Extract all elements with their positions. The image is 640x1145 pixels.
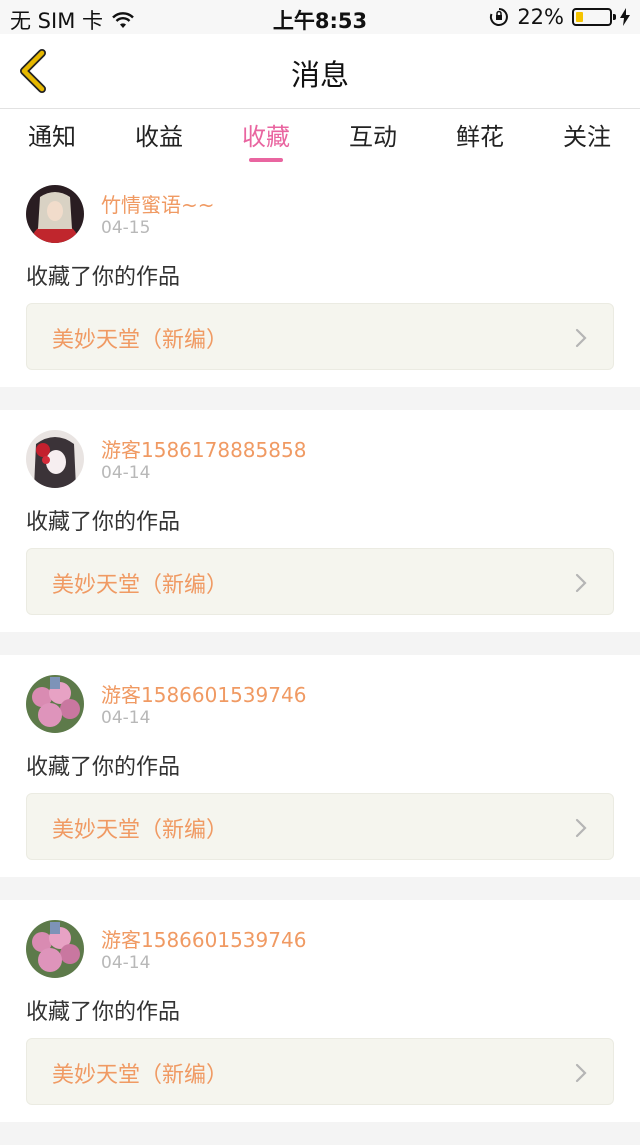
tab-label: 关注 [563,123,611,151]
tab-label: 收益 [135,123,183,151]
avatar[interactable] [26,920,84,978]
divider [0,387,640,410]
timestamp: 04-14 [101,463,151,483]
work-link[interactable]: 美妙天堂（新编） [26,793,614,860]
message-list: 竹情蜜语~~ 04-15 收藏了你的作品 美妙天堂（新编） 游客15861788… [0,165,640,1145]
username[interactable]: 游客1586601539746 [101,679,306,708]
work-title: 美妙天堂（新编） [52,818,229,843]
tab-notifications[interactable]: 通知 [12,117,92,152]
tab-earnings[interactable]: 收益 [119,117,199,152]
chevron-right-icon [575,1063,587,1083]
status-bar: 无 SIM 卡 上午8:53 22% [0,0,640,34]
chevron-right-icon [575,328,587,348]
divider [0,877,640,900]
divider [0,632,640,655]
tab-label: 通知 [28,123,76,151]
battery-icon [572,8,616,26]
list-item: 游客1586601539746 04-14 收藏了你的作品 美妙天堂（新编） [0,900,640,1122]
tab-favorites[interactable]: 收藏 [226,117,306,162]
navigation-bar: 消息 [0,34,640,109]
tab-follows[interactable]: 关注 [547,117,627,152]
work-title: 美妙天堂（新编） [52,328,229,353]
tab-label: 收藏 [242,123,290,151]
work-link[interactable]: 美妙天堂（新编） [26,1038,614,1105]
tab-label: 互动 [349,123,397,151]
username[interactable]: 游客1586601539746 [101,924,306,953]
timestamp: 04-14 [101,953,151,973]
rotation-lock-icon [490,8,509,26]
work-link[interactable]: 美妙天堂（新编） [26,548,614,615]
chevron-right-icon [575,573,587,593]
tab-interactions[interactable]: 互动 [333,117,413,152]
action-text: 收藏了你的作品 [26,1000,181,1025]
list-item: 竹情蜜语~~ 04-15 收藏了你的作品 美妙天堂（新编） [0,165,640,387]
avatar[interactable] [26,185,84,243]
tab-flowers[interactable]: 鲜花 [440,117,520,152]
list-item: 游客1586178885858 04-14 收藏了你的作品 美妙天堂（新编） [0,410,640,632]
work-link[interactable]: 美妙天堂（新编） [26,303,614,370]
action-text: 收藏了你的作品 [26,265,181,290]
avatar[interactable] [26,675,84,733]
page-title: 消息 [290,58,349,92]
timestamp: 04-14 [101,708,151,728]
battery-percent: 22% [517,5,564,29]
active-tab-underline [249,158,283,162]
charging-bolt-icon [620,8,630,26]
action-text: 收藏了你的作品 [26,510,181,535]
username[interactable]: 竹情蜜语~~ [101,189,215,218]
username[interactable]: 游客1586178885858 [101,434,306,463]
action-text: 收藏了你的作品 [26,755,181,780]
work-title: 美妙天堂（新编） [52,573,229,598]
list-item: 游客1586601539746 04-14 收藏了你的作品 美妙天堂（新编） [0,655,640,877]
tab-label: 鲜花 [456,123,504,151]
chevron-right-icon [575,818,587,838]
avatar[interactable] [26,430,84,488]
timestamp: 04-15 [101,218,151,238]
work-title: 美妙天堂（新编） [52,1063,229,1088]
tab-bar: 通知 收益 收藏 互动 鲜花 关注 [0,109,640,165]
divider [0,1122,640,1145]
